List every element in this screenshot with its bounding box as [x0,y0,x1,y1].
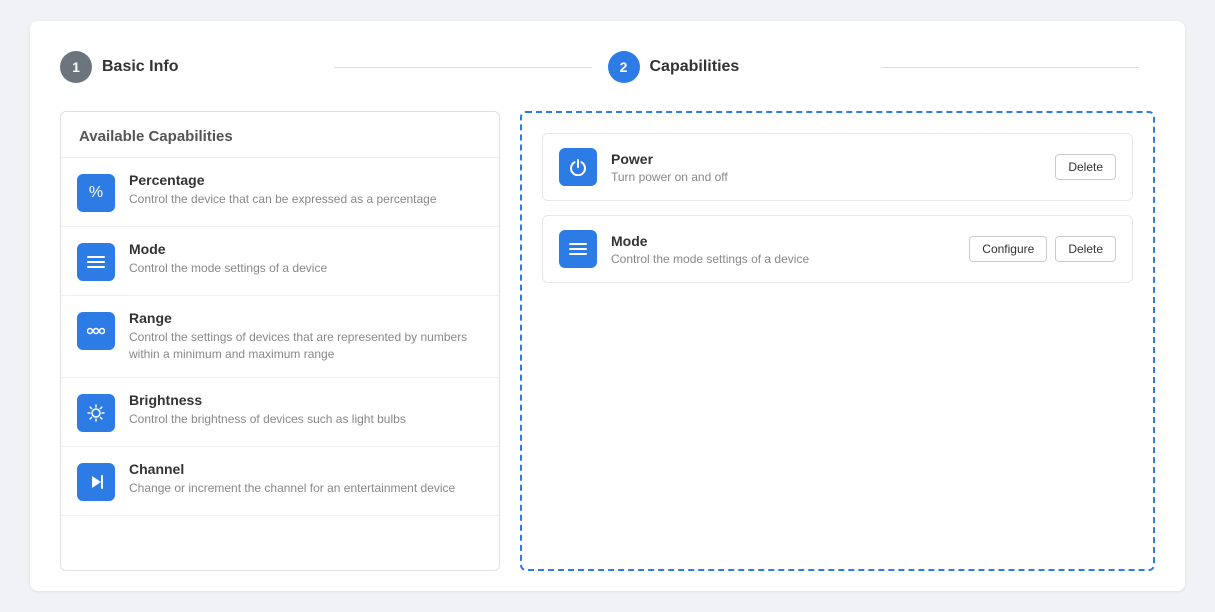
sel-actions-power: Delete [1055,154,1116,180]
cap-desc-percentage: Control the device that can be expressed… [129,191,437,208]
sel-actions-mode: Configure Delete [969,236,1116,262]
sel-name-power: Power [611,151,1055,167]
step-1-circle: 1 [60,51,92,83]
cap-item-mode[interactable]: Mode Control the mode settings of a devi… [61,227,499,296]
delete-power-button[interactable]: Delete [1055,154,1116,180]
cap-name-mode: Mode [129,241,327,257]
cap-desc-channel: Change or increment the channel for an e… [129,480,455,497]
cap-item-brightness[interactable]: Brightness Control the brightness of dev… [61,378,499,447]
cap-name-range: Range [129,310,483,326]
main-container: 1 Basic Info 2 Capabilities Available Ca… [30,21,1185,591]
sel-desc-mode: Control the mode settings of a device [611,252,969,266]
cap-name-brightness: Brightness [129,392,406,408]
step-1-label: Basic Info [102,58,178,76]
stepper: 1 Basic Info 2 Capabilities [60,51,1155,83]
power-sel-icon [559,148,597,186]
configure-mode-button[interactable]: Configure [969,236,1047,262]
step-end-line [881,67,1139,68]
panel-title: Available Capabilities [61,112,499,158]
sel-name-mode: Mode [611,233,969,249]
step-divider [334,67,592,68]
sel-text-power: Power Turn power on and off [611,151,1055,184]
cap-text-percentage: Percentage Control the device that can b… [129,172,437,208]
step-1: 1 Basic Info [60,51,318,83]
cap-text-mode: Mode Control the mode settings of a devi… [129,241,327,277]
step-2-circle: 2 [608,51,640,83]
selected-mode: Mode Control the mode settings of a devi… [542,215,1133,283]
cap-desc-brightness: Control the brightness of devices such a… [129,411,406,428]
mode-sel-icon [559,230,597,268]
cap-name-percentage: Percentage [129,172,437,188]
selected-power: Power Turn power on and off Delete [542,133,1133,201]
cap-desc-mode: Control the mode settings of a device [129,260,327,277]
left-panel: Available Capabilities % Percentage Cont… [60,111,500,571]
brightness-icon [77,394,115,432]
main-content: Available Capabilities % Percentage Cont… [60,111,1155,571]
mode-icon [77,243,115,281]
delete-mode-button[interactable]: Delete [1055,236,1116,262]
cap-item-percentage[interactable]: % Percentage Control the device that can… [61,158,499,227]
cap-text-brightness: Brightness Control the brightness of dev… [129,392,406,428]
percentage-icon: % [77,174,115,212]
step-2-label: Capabilities [650,58,740,76]
channel-icon [77,463,115,501]
cap-desc-range: Control the settings of devices that are… [129,329,483,363]
right-panel[interactable]: Power Turn power on and off Delete [520,111,1155,571]
sel-text-mode: Mode Control the mode settings of a devi… [611,233,969,266]
cap-item-channel[interactable]: Channel Change or increment the channel … [61,447,499,516]
cap-text-channel: Channel Change or increment the channel … [129,461,455,497]
range-icon [77,312,115,350]
step-2: 2 Capabilities [608,51,866,83]
capabilities-list[interactable]: % Percentage Control the device that can… [61,158,499,570]
cap-name-channel: Channel [129,461,455,477]
cap-text-range: Range Control the settings of devices th… [129,310,483,363]
cap-item-range[interactable]: Range Control the settings of devices th… [61,296,499,378]
sel-desc-power: Turn power on and off [611,170,1055,184]
